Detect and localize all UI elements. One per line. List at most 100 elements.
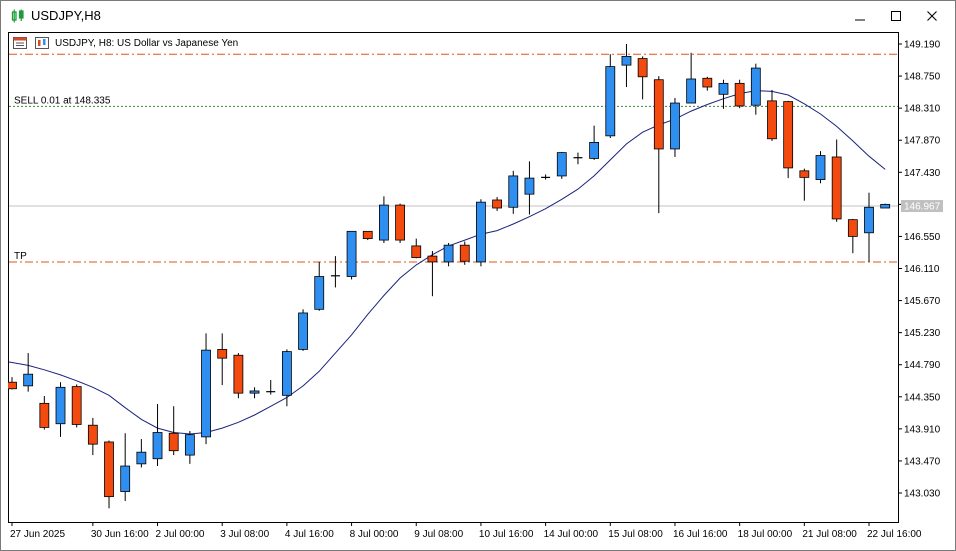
candle-body — [783, 101, 794, 169]
candle[interactable] — [880, 203, 891, 209]
time-tick-label: 9 Jul 08:00 — [414, 529, 463, 540]
time-tick-label: 16 Jul 16:00 — [673, 529, 728, 540]
price-tick-label: 147.870 — [904, 136, 941, 147]
candle[interactable] — [605, 54, 616, 139]
price-tick-label: 146.110 — [904, 264, 940, 275]
candle-body — [168, 432, 179, 452]
time-tick-label: 3 Jul 08:00 — [220, 529, 269, 540]
chart-symbol-label: USDJPY, H8: US Dollar vs Japanese Yen — [55, 38, 238, 49]
time-tick-label: 18 Jul 00:00 — [738, 529, 793, 540]
title-bar[interactable]: USDJPY,H8 — [1, 1, 955, 31]
candlestick-chart[interactable]: SELL 0.01 at 148.335 TP 149.190 148.750 148… — [8, 32, 948, 543]
candle-body — [443, 244, 454, 263]
candle-body — [767, 100, 777, 140]
time-tick-label: 27 Jun 2025 — [10, 529, 65, 540]
candle-body — [104, 441, 114, 498]
chart-bars-icon — [11, 9, 24, 23]
candle-body — [476, 201, 486, 263]
candle-body — [847, 219, 858, 237]
candle[interactable] — [734, 79, 745, 109]
candle[interactable] — [476, 199, 486, 267]
chart-type-icon[interactable] — [35, 37, 49, 49]
window-title: USDJPY,H8 — [31, 8, 101, 23]
maximize-button[interactable] — [878, 1, 914, 31]
candle[interactable] — [556, 151, 567, 179]
candle-body — [621, 55, 632, 66]
price-tick-label: 144.790 — [904, 360, 941, 371]
candle-body — [702, 77, 713, 88]
candle-body — [120, 465, 131, 492]
candle-body — [249, 390, 260, 394]
candle-body — [8, 381, 17, 390]
price-tick-label: 145.670 — [904, 296, 941, 307]
candle[interactable] — [201, 333, 211, 445]
candle-body — [459, 244, 470, 262]
candle-body — [346, 230, 357, 277]
minimize-button[interactable] — [842, 1, 878, 31]
candle-body — [427, 255, 438, 263]
candle[interactable] — [346, 230, 357, 280]
chart-area[interactable]: SELL 0.01 at 148.335 TP 149.190 148.750 148… — [8, 32, 948, 543]
price-tick-label: 145.230 — [904, 328, 941, 339]
minimize-icon — [855, 19, 865, 21]
candle-body — [589, 142, 600, 159]
candle-body — [23, 373, 34, 387]
candle-body — [379, 204, 389, 241]
candle-body — [880, 203, 891, 209]
price-tick-label: 144.350 — [904, 392, 941, 403]
candle-body — [686, 78, 697, 104]
candle[interactable] — [233, 353, 244, 399]
take-profit-label: TP — [14, 251, 27, 262]
candle-body — [605, 66, 616, 137]
time-tick-label: 8 Jul 00:00 — [350, 529, 399, 540]
candle-body — [556, 152, 567, 177]
time-tick-label: 4 Jul 16:00 — [285, 529, 334, 540]
candle-body — [492, 199, 503, 209]
price-tick-label: 147.430 — [904, 168, 941, 179]
candle-body — [55, 386, 66, 425]
price-tick-label: 149.190 — [904, 40, 941, 51]
candle[interactable] — [783, 100, 794, 179]
candle[interactable] — [71, 384, 82, 428]
chart-window: USDJPY,H8 SELL 0.01 at 148.335 TP 149.190… — [0, 0, 956, 551]
candle-body — [136, 451, 147, 465]
price-tick-label: 143.030 — [904, 489, 941, 500]
candle[interactable] — [670, 97, 680, 157]
candle[interactable] — [459, 241, 470, 265]
candle-body — [87, 424, 98, 445]
candle-body — [298, 312, 308, 350]
time-tick-label: 21 Jul 08:00 — [802, 529, 857, 540]
price-tick-label: 143.910 — [904, 424, 941, 435]
price-tick-label: 148.750 — [904, 72, 941, 83]
candle[interactable] — [298, 309, 308, 351]
time-tick-label: 10 Jul 16:00 — [479, 529, 534, 540]
time-tick-label: 14 Jul 00:00 — [544, 529, 599, 540]
candle-body — [718, 82, 729, 95]
candle-body — [864, 206, 874, 234]
candle-body — [734, 82, 745, 107]
price-tick-label: 148.310 — [904, 104, 941, 115]
candle-body — [217, 349, 228, 359]
candle-body — [799, 170, 810, 178]
sell-order-label: SELL 0.01 at 148.335 — [14, 95, 111, 106]
candle[interactable] — [395, 203, 405, 243]
time-tick-label: 30 Jun 16:00 — [91, 529, 149, 540]
candle-body — [314, 276, 325, 310]
maximize-icon — [891, 11, 901, 21]
candle-body — [362, 230, 373, 240]
time-tick-label: 2 Jul 00:00 — [156, 529, 205, 540]
price-tick-label: 143.470 — [904, 456, 941, 467]
close-button[interactable] — [914, 1, 950, 31]
candle-body — [281, 351, 292, 396]
candle[interactable] — [362, 230, 373, 241]
data-window-icon[interactable] — [13, 37, 27, 49]
price-tick-label: 146.550 — [904, 232, 941, 243]
candle-body — [637, 58, 648, 78]
candle-body — [152, 432, 163, 460]
close-icon — [927, 11, 937, 21]
candle[interactable] — [508, 170, 519, 214]
candle[interactable] — [815, 151, 826, 184]
candle-body — [39, 402, 50, 428]
candle-body — [670, 102, 680, 150]
candle-body — [653, 79, 664, 150]
